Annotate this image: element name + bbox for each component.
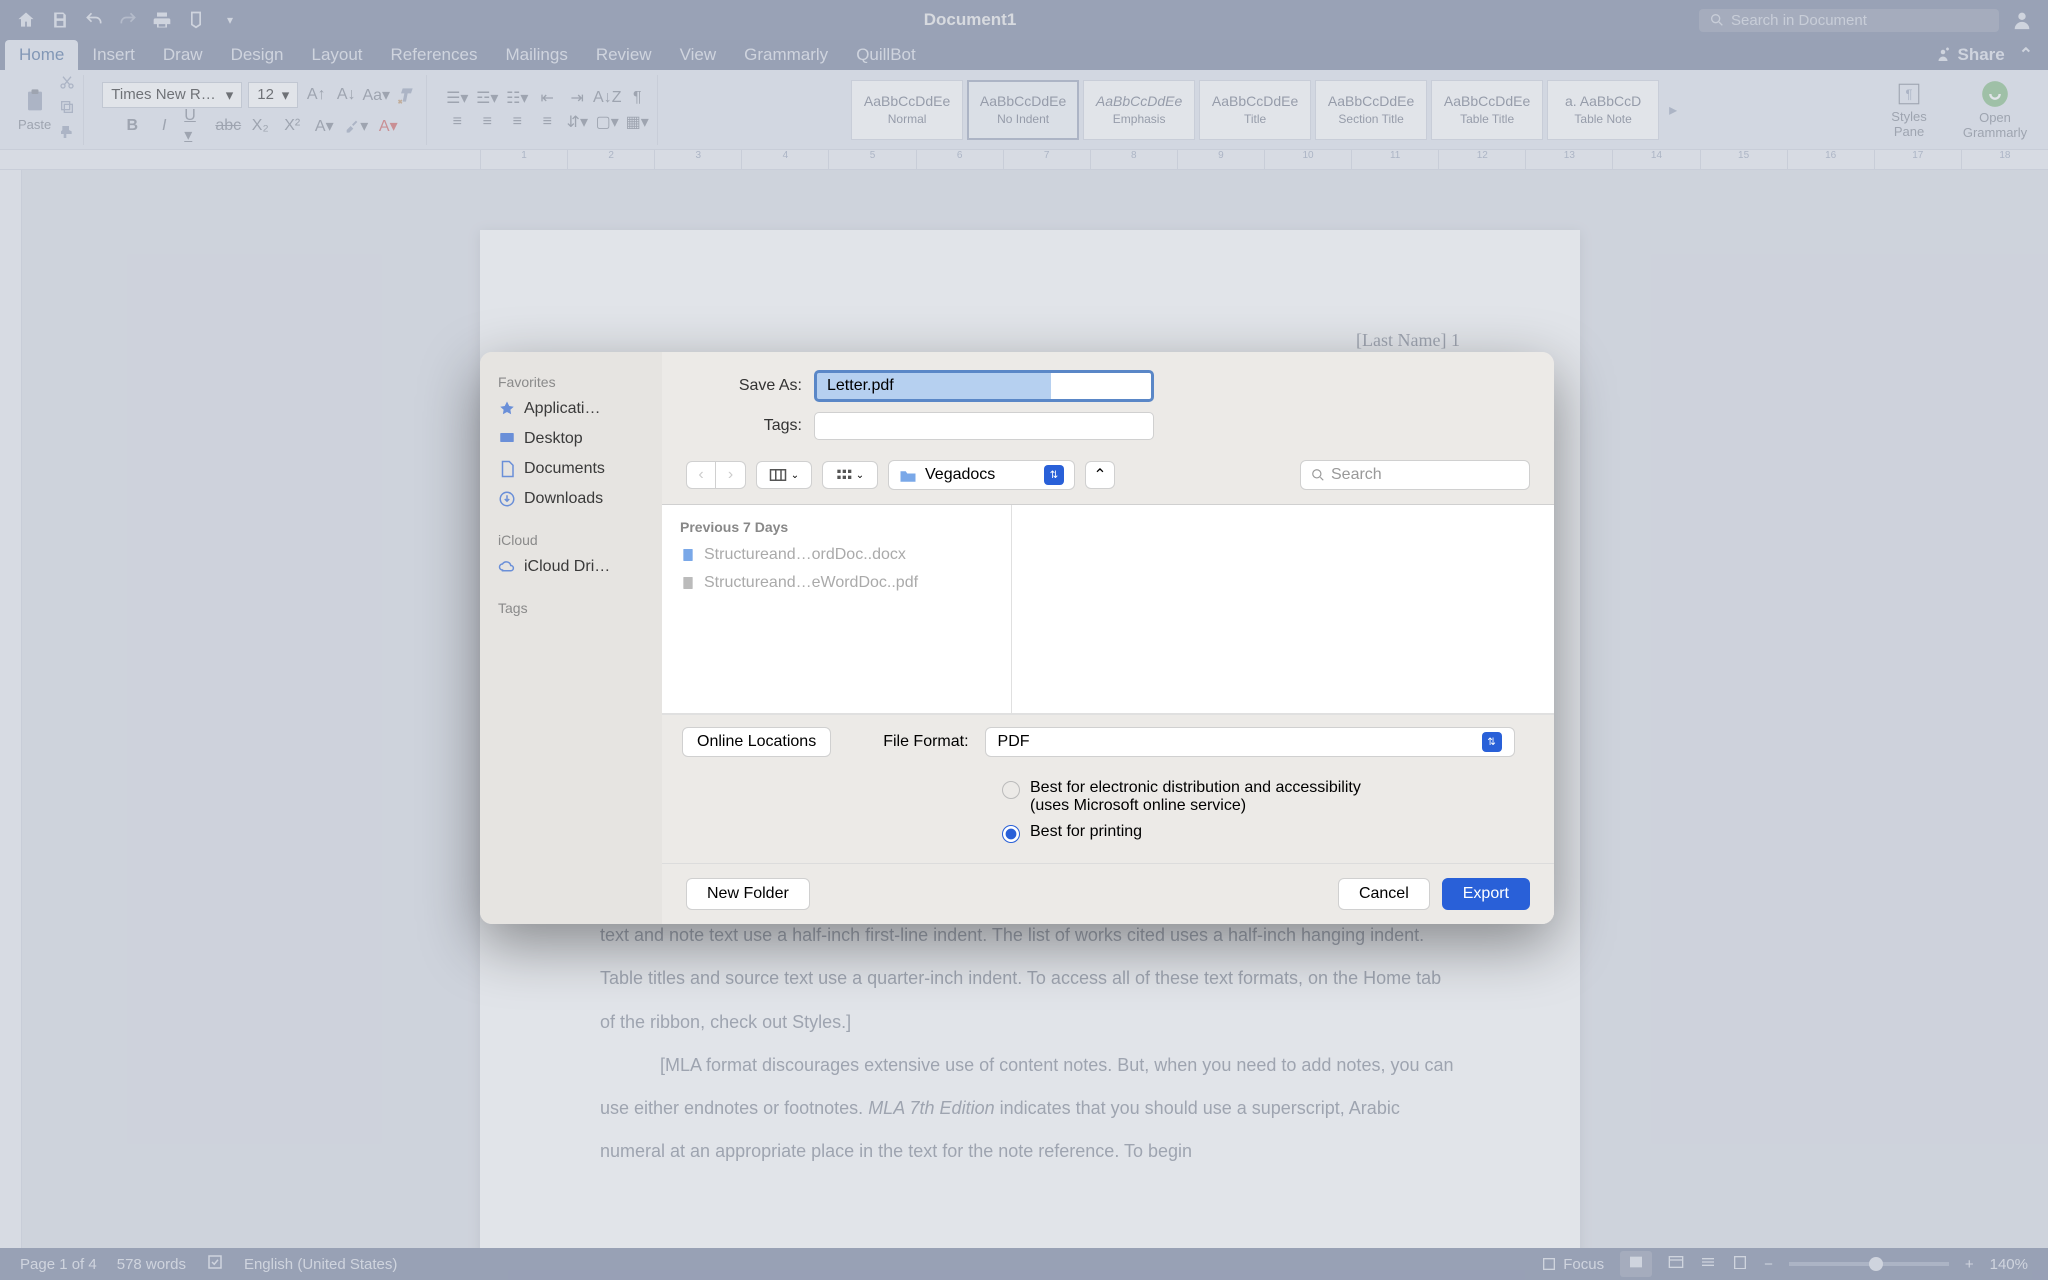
pdf-icon: [680, 575, 696, 591]
sidebar-favorites-header: Favorites: [480, 370, 662, 394]
search-icon: [1311, 468, 1325, 482]
applications-icon: [498, 400, 516, 418]
file-format-select[interactable]: PDF ⇅: [985, 727, 1515, 757]
dialog-search-input[interactable]: Search: [1300, 460, 1530, 490]
cloud-icon: [498, 558, 516, 576]
file-format-label: File Format:: [883, 733, 968, 751]
collapse-button[interactable]: ⌃: [1085, 461, 1115, 489]
file-section-header: Previous 7 Days: [662, 513, 1011, 541]
docx-icon: [680, 547, 696, 563]
view-columns-button[interactable]: ⌄: [756, 461, 812, 489]
tags-input[interactable]: [814, 412, 1154, 440]
save-as-input[interactable]: [814, 370, 1154, 402]
sidebar-item-documents[interactable]: Documents: [480, 454, 662, 484]
sidebar-tags-header: Tags: [480, 596, 662, 620]
view-grid-button[interactable]: ⌄: [822, 461, 878, 489]
nav-back-button[interactable]: ‹: [686, 461, 716, 489]
sidebar-item-downloads[interactable]: Downloads: [480, 484, 662, 514]
chevron-updown-icon: ⇅: [1482, 732, 1502, 752]
new-folder-button[interactable]: New Folder: [686, 878, 810, 910]
radio-best-for-printing[interactable]: Best for printing: [1002, 819, 1534, 847]
save-as-label: Save As:: [682, 377, 802, 395]
chevron-updown-icon: ⇅: [1044, 465, 1064, 485]
folder-icon: [899, 468, 917, 482]
location-select[interactable]: Vegadocs ⇅: [888, 460, 1075, 490]
export-button[interactable]: Export: [1442, 878, 1530, 910]
cancel-button[interactable]: Cancel: [1338, 878, 1430, 910]
dialog-main-panel: Save As: Tags: ‹ › ⌄ ⌄: [662, 352, 1554, 924]
documents-icon: [498, 460, 516, 478]
dialog-sidebar: Favorites Applicati… Desktop Documents D…: [480, 352, 662, 924]
radio-checked-icon: [1002, 825, 1020, 843]
desktop-icon: [498, 430, 516, 448]
file-item-docx[interactable]: Structureand…ordDoc..docx: [662, 541, 1011, 569]
sidebar-icloud-header: iCloud: [480, 528, 662, 552]
radio-unchecked-icon: [1002, 781, 1020, 799]
sidebar-item-desktop[interactable]: Desktop: [480, 424, 662, 454]
file-browser[interactable]: Previous 7 Days Structureand…ordDoc..doc…: [662, 504, 1554, 714]
downloads-icon: [498, 490, 516, 508]
nav-forward-button[interactable]: ›: [716, 461, 746, 489]
tags-label: Tags:: [682, 417, 802, 435]
save-dialog: Favorites Applicati… Desktop Documents D…: [480, 352, 1554, 924]
online-locations-button[interactable]: Online Locations: [682, 727, 831, 757]
radio-electronic-distribution[interactable]: Best for electronic distribution and acc…: [1002, 775, 1534, 819]
file-item-pdf[interactable]: Structureand…eWordDoc..pdf: [662, 569, 1011, 597]
sidebar-item-icloud-drive[interactable]: iCloud Dri…: [480, 552, 662, 582]
sidebar-item-applications[interactable]: Applicati…: [480, 394, 662, 424]
